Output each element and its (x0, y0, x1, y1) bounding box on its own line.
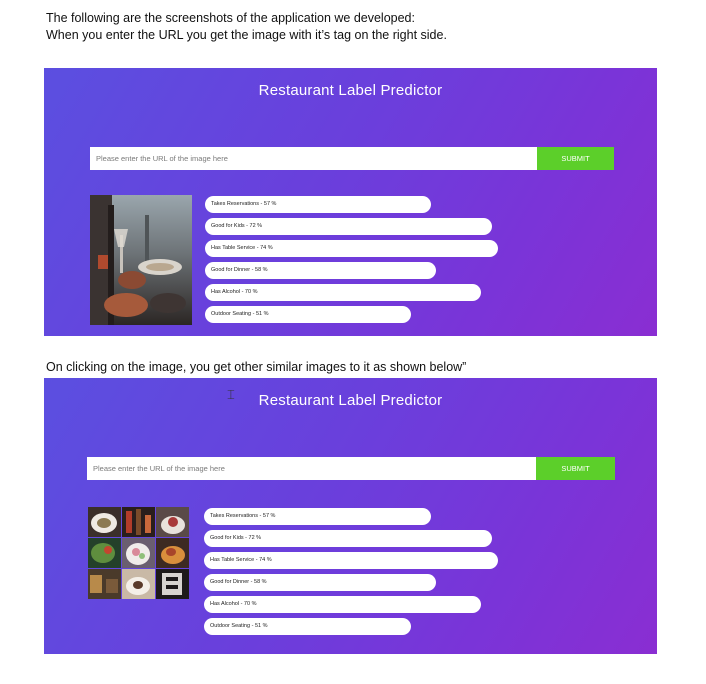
label-has-alcohol: Has Alcohol - 70 % (204, 596, 481, 613)
app-title: Restaurant Label Predictor (258, 82, 443, 99)
label-has-table-service: Has Table Service - 74 % (205, 240, 498, 257)
label-has-table-service: Has Table Service - 74 % (204, 552, 498, 569)
url-input[interactable] (90, 147, 537, 170)
intro-line-1: The following are the screenshots of the… (46, 11, 415, 25)
label-outdoor-seating: Outdoor Seating - 51 % (205, 306, 411, 323)
label-good-for-kids: Good for Kids - 72 % (204, 530, 492, 547)
intro-line-2: When you enter the URL you get the image… (46, 28, 447, 42)
label-good-for-dinner: Good for Dinner - 58 % (204, 574, 436, 591)
similar-image-thumb[interactable] (156, 507, 189, 537)
similar-image-thumb[interactable] (156, 538, 189, 568)
similar-image-thumb[interactable] (122, 507, 155, 537)
label-takes-reservations: Takes Reservations - 57 % (205, 196, 431, 213)
label-good-for-dinner: Good for Dinner - 58 % (205, 262, 436, 279)
label-good-for-kids: Good for Kids - 72 % (205, 218, 492, 235)
submit-button[interactable]: SUBMIT (537, 147, 614, 170)
similar-image-thumb[interactable] (88, 507, 121, 537)
between-text: On clicking on the image, you get other … (46, 360, 467, 374)
similar-image-thumb[interactable] (122, 538, 155, 568)
similar-image-thumb[interactable] (88, 538, 121, 568)
label-has-alcohol: Has Alcohol - 70 % (205, 284, 481, 301)
app-title-2: Restaurant Label Predictor (258, 392, 443, 409)
similar-image-thumb[interactable] (156, 569, 189, 599)
text-cursor-icon: ⌶ (227, 387, 235, 402)
label-outdoor-seating: Outdoor Seating - 51 % (204, 618, 411, 635)
label-takes-reservations: Takes Reservations - 57 % (204, 508, 431, 525)
url-input-2[interactable] (87, 457, 536, 480)
restaurant-photo[interactable] (90, 195, 192, 325)
similar-image-thumb[interactable] (88, 569, 121, 599)
restaurant-photo-image (90, 195, 192, 325)
similar-image-thumb[interactable] (122, 569, 155, 599)
similar-images-grid (88, 507, 190, 599)
submit-button-2[interactable]: SUBMIT (536, 457, 615, 480)
